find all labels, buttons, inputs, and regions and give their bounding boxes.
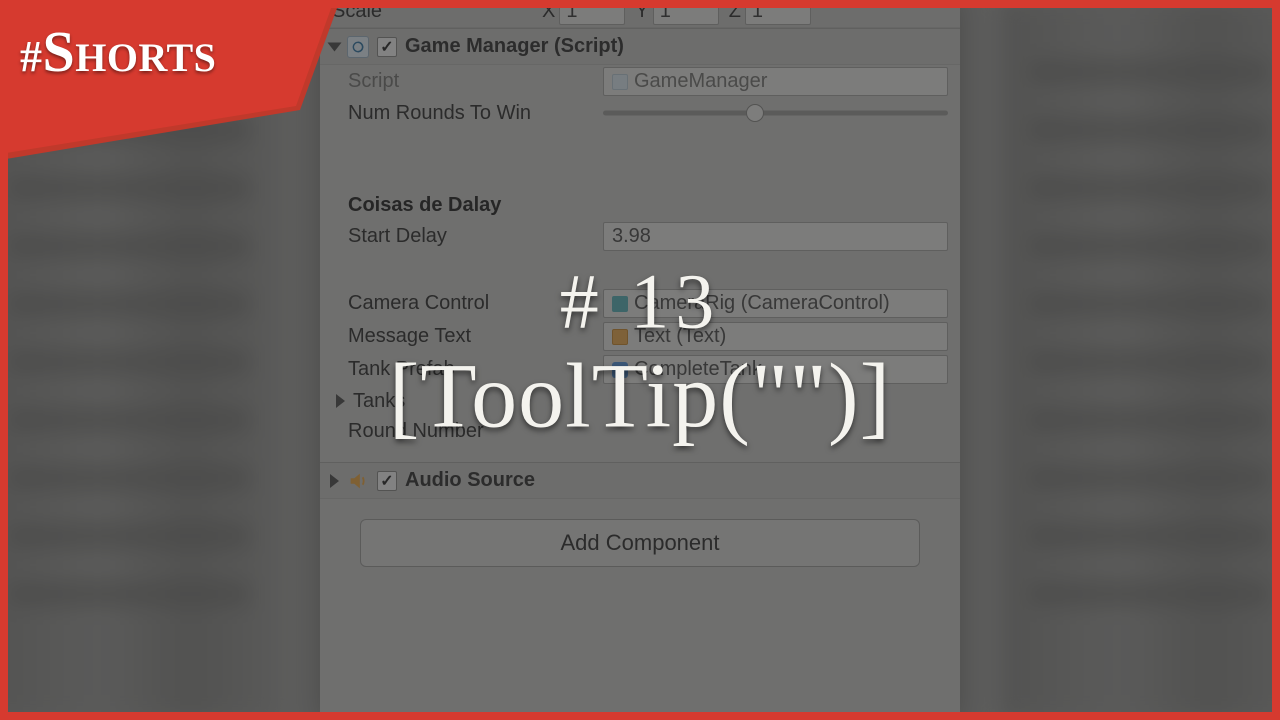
start-delay-label: Start Delay <box>348 225 603 248</box>
shorts-hash: # <box>20 32 43 81</box>
num-rounds-slider[interactable] <box>603 100 948 126</box>
round-number-label: Round Number <box>348 420 603 443</box>
message-text-field[interactable]: Text (Text) <box>603 322 948 351</box>
delay-header: Coisas de Dalay <box>348 194 501 217</box>
shorts-badge: #SHORTS <box>0 0 360 170</box>
speaker-icon <box>347 470 369 492</box>
message-text-label: Message Text <box>348 325 603 348</box>
gameobject-icon <box>612 296 628 312</box>
tanks-foldout-icon[interactable] <box>336 394 345 408</box>
audio-component-title: Audio Source <box>405 469 535 492</box>
text-component-icon <box>612 329 628 345</box>
tank-prefab-field[interactable]: CompleteTank <box>603 355 948 384</box>
add-component-button[interactable]: Add Component <box>360 519 920 567</box>
component-enabled-checkbox[interactable] <box>377 37 397 57</box>
audio-enabled-checkbox[interactable] <box>377 471 397 491</box>
axis-x-label: X <box>542 0 555 23</box>
script-object-icon <box>612 74 628 90</box>
foldout-icon[interactable] <box>330 474 339 488</box>
num-rounds-label: Num Rounds To Win <box>348 102 603 125</box>
scale-z-field[interactable]: 1 <box>745 0 811 25</box>
audio-source-component-header[interactable]: Audio Source <box>320 462 960 499</box>
script-field-label: Script <box>348 70 603 93</box>
shorts-rest: HORTS <box>75 35 216 80</box>
component-title: Game Manager (Script) <box>405 35 624 58</box>
tanks-array-label: Tanks <box>353 390 405 413</box>
axis-y-label: Y <box>635 0 648 23</box>
tank-prefab-label: Tank Prefab <box>348 358 603 381</box>
shorts-first-letter: S <box>43 19 76 84</box>
start-delay-field[interactable]: 3.98 <box>603 222 948 251</box>
blurred-background-right <box>1000 0 1280 720</box>
scale-label: Scale <box>332 0 532 23</box>
scale-x-field[interactable]: 1 <box>559 0 625 25</box>
inspector-panel: Scale X 1 Y 1 Z 1 Game Manager (Script) … <box>320 0 960 720</box>
axis-z-label: Z <box>729 0 741 23</box>
camera-control-label: Camera Control <box>348 292 603 315</box>
game-manager-component-header[interactable]: Game Manager (Script) <box>320 28 960 65</box>
camera-control-field[interactable]: CameraRig (CameraControl) <box>603 289 948 318</box>
prefab-icon <box>612 362 628 378</box>
scale-y-field[interactable]: 1 <box>653 0 719 25</box>
script-field-value[interactable]: GameManager <box>603 67 948 96</box>
